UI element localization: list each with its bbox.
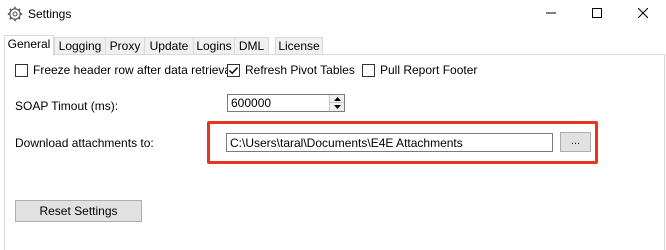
refresh-pivot-option[interactable]: Refresh Pivot Tables — [227, 62, 355, 78]
soap-timeout-label: SOAP Timout (ms): — [15, 99, 119, 113]
caret-down-icon — [333, 105, 341, 109]
tab-dml[interactable]: DML — [234, 37, 269, 55]
title-bar: Settings — [0, 0, 666, 28]
minimize-icon — [546, 7, 556, 21]
caret-up-icon — [333, 96, 341, 101]
download-path-field[interactable]: C:\Users\taral\Documents\E4E Attachments — [226, 133, 553, 152]
pull-footer-checkbox[interactable] — [362, 63, 375, 77]
checkmark-icon — [229, 66, 239, 74]
freeze-header-label: Freeze header row after data retrieval — [33, 63, 234, 77]
soap-timeout-stepper[interactable]: 600000 — [227, 94, 345, 112]
close-icon — [637, 7, 649, 21]
spin-down-button[interactable] — [330, 103, 344, 111]
spin-buttons — [329, 95, 344, 111]
tab-update[interactable]: Update — [144, 37, 194, 55]
window-title: Settings — [28, 7, 72, 21]
tab-license[interactable]: License — [275, 37, 323, 55]
browse-button[interactable]: ... — [560, 132, 591, 152]
spin-up-button[interactable] — [330, 95, 344, 103]
maximize-button[interactable] — [574, 0, 620, 28]
tab-logins[interactable]: Logins — [193, 37, 235, 55]
pull-footer-option[interactable]: Pull Report Footer — [362, 62, 477, 78]
tab-strip: General Logging Proxy Update Logins DML … — [4, 35, 664, 56]
close-button[interactable] — [620, 0, 666, 28]
tab-general[interactable]: General — [4, 35, 54, 56]
freeze-header-option[interactable]: Freeze header row after data retrieval — [15, 62, 234, 78]
refresh-pivot-checkbox[interactable] — [227, 63, 240, 77]
freeze-header-checkbox[interactable] — [15, 63, 28, 77]
pull-footer-label: Pull Report Footer — [380, 63, 478, 77]
reset-settings-button[interactable]: Reset Settings — [15, 200, 142, 222]
tab-logging[interactable]: Logging — [54, 37, 106, 55]
soap-timeout-value[interactable]: 600000 — [231, 96, 271, 110]
download-path-label: Download attachments to: — [15, 136, 154, 150]
tab-proxy[interactable]: Proxy — [105, 37, 145, 55]
maximize-icon — [592, 7, 602, 21]
download-path-value[interactable]: C:\Users\taral\Documents\E4E Attachments — [230, 136, 463, 150]
minimize-button[interactable] — [528, 0, 574, 28]
gear-icon — [7, 6, 23, 22]
refresh-pivot-label: Refresh Pivot Tables — [245, 63, 355, 77]
